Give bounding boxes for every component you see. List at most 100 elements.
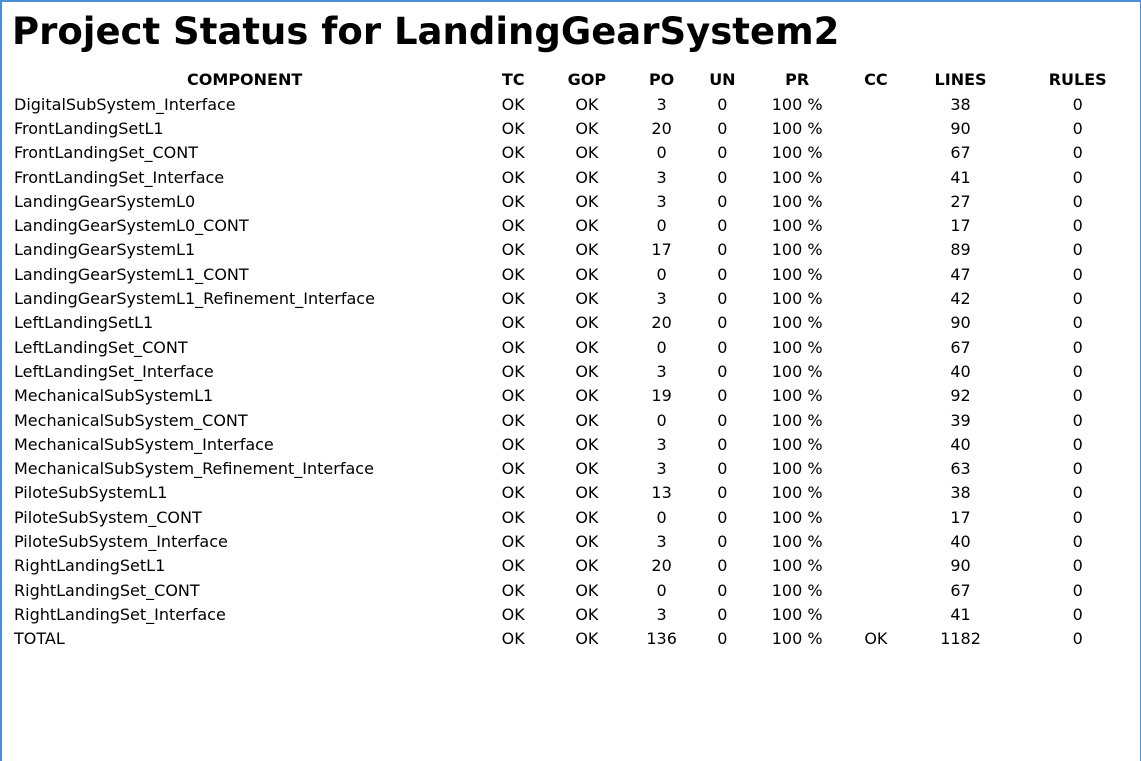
cell-cc bbox=[846, 481, 906, 505]
cell-pr: 100 % bbox=[771, 604, 823, 624]
cell-lines: 38 bbox=[950, 483, 971, 503]
cell-rules: 0 bbox=[1072, 313, 1083, 333]
cell-tc: OK bbox=[501, 264, 525, 284]
cell-component: LeftLandingSet_CONT bbox=[14, 337, 188, 357]
cell-po: 17 bbox=[651, 240, 672, 260]
header-gop: GOP bbox=[567, 69, 607, 89]
cell-gop: OK bbox=[575, 483, 599, 503]
table-row: RightLandingSet_CONT OK OK 0 0 100 % 67 0 bbox=[10, 578, 1140, 602]
header-tc: TC bbox=[501, 69, 525, 89]
cell-cc bbox=[846, 311, 906, 335]
table-row: LeftLandingSet_CONT OK OK 0 0 100 % 67 0 bbox=[10, 335, 1140, 359]
cell-po: 3 bbox=[656, 434, 667, 454]
cell-pr: 100 % bbox=[771, 629, 823, 649]
cell-po: 3 bbox=[656, 191, 667, 211]
table-row: RightLandingSet_Interface OK OK 3 0 100 % 41 0 bbox=[10, 602, 1140, 626]
cell-po: 3 bbox=[656, 604, 667, 624]
cell-po: 0 bbox=[656, 216, 667, 236]
cell-lines: 40 bbox=[950, 531, 971, 551]
cell-cc bbox=[846, 456, 906, 480]
cell-rules: 0 bbox=[1072, 604, 1083, 624]
cell-lines: 41 bbox=[950, 167, 971, 187]
table-row: LeftLandingSetL1 OK OK 20 0 100 % 90 0 bbox=[10, 311, 1140, 335]
table-row: FrontLandingSet_Interface OK OK 3 0 100 % 41 0 bbox=[10, 165, 1140, 189]
cell-component: FrontLandingSet_Interface bbox=[14, 167, 225, 187]
cell-po: 3 bbox=[656, 289, 667, 309]
cell-po: 19 bbox=[651, 386, 672, 406]
cell-gop: OK bbox=[575, 507, 599, 527]
cell-gop: OK bbox=[575, 531, 599, 551]
cell-cc bbox=[846, 335, 906, 359]
cell-gop: OK bbox=[575, 313, 599, 333]
cell-po: 3 bbox=[656, 94, 667, 114]
table-row: PiloteSubSystem_CONT OK OK 0 0 100 % 17 0 bbox=[10, 505, 1140, 529]
cell-gop: OK bbox=[575, 264, 599, 284]
table-row: MechanicalSubSystem_Refinement_Interface… bbox=[10, 456, 1140, 480]
cell-cc bbox=[846, 359, 906, 383]
cell-rules: 0 bbox=[1072, 386, 1083, 406]
cell-tc: OK bbox=[501, 386, 525, 406]
cell-lines: 47 bbox=[950, 264, 971, 284]
cell-un: 0 bbox=[717, 629, 728, 649]
cell-component: FrontLandingSet_CONT bbox=[14, 143, 199, 163]
cell-component: PiloteSubSystemL1 bbox=[14, 483, 168, 503]
cell-tc: OK bbox=[501, 337, 525, 357]
cell-component: PiloteSubSystem_CONT bbox=[14, 507, 202, 527]
status-table: COMPONENT TC GOP PO UN PR CC LINES RULES… bbox=[10, 66, 1140, 651]
cell-cc bbox=[846, 238, 906, 262]
cell-tc: OK bbox=[501, 531, 525, 551]
cell-tc: OK bbox=[501, 361, 525, 381]
cell-cc bbox=[846, 286, 906, 310]
cell-gop: OK bbox=[575, 580, 599, 600]
cell-un: 0 bbox=[717, 337, 728, 357]
table-row: LandingGearSystemL1 OK OK 17 0 100 % 89 0 bbox=[10, 238, 1140, 262]
cell-component: LeftLandingSet_Interface bbox=[14, 361, 214, 381]
cell-rules: 0 bbox=[1072, 264, 1083, 284]
cell-gop: OK bbox=[575, 604, 599, 624]
table-row: LandingGearSystemL1_CONT OK OK 0 0 100 % 47 0 bbox=[10, 262, 1140, 286]
cell-po: 13 bbox=[651, 483, 672, 503]
cell-rules: 0 bbox=[1072, 240, 1083, 260]
cell-un: 0 bbox=[717, 483, 728, 503]
cell-tc: OK bbox=[501, 289, 525, 309]
cell-rules: 0 bbox=[1072, 410, 1083, 430]
cell-component: TOTAL bbox=[14, 629, 65, 649]
cell-gop: OK bbox=[575, 143, 599, 163]
cell-pr: 100 % bbox=[771, 313, 823, 333]
cell-tc: OK bbox=[501, 507, 525, 527]
cell-cc bbox=[846, 384, 906, 408]
cell-lines: 67 bbox=[950, 337, 971, 357]
cell-lines: 67 bbox=[950, 580, 971, 600]
cell-cc bbox=[846, 189, 906, 213]
header-component: COMPONENT bbox=[187, 69, 303, 89]
cell-un: 0 bbox=[717, 361, 728, 381]
cell-po: 0 bbox=[656, 580, 667, 600]
cell-gop: OK bbox=[575, 337, 599, 357]
cell-pr: 100 % bbox=[771, 264, 823, 284]
cell-po: 136 bbox=[646, 629, 677, 649]
cell-rules: 0 bbox=[1072, 143, 1083, 163]
cell-pr: 100 % bbox=[771, 507, 823, 527]
cell-po: 20 bbox=[651, 556, 672, 576]
cell-pr: 100 % bbox=[771, 289, 823, 309]
cell-cc bbox=[846, 141, 906, 165]
table-row: MechanicalSubSystem_CONT OK OK 0 0 100 % 39 0 bbox=[10, 408, 1140, 432]
cell-gop: OK bbox=[575, 434, 599, 454]
cell-un: 0 bbox=[717, 604, 728, 624]
header-lines: LINES bbox=[934, 69, 987, 89]
cell-tc: OK bbox=[501, 629, 525, 649]
cell-cc bbox=[846, 92, 906, 116]
cell-pr: 100 % bbox=[771, 118, 823, 138]
cell-rules: 0 bbox=[1072, 483, 1083, 503]
cell-component: LandingGearSystemL1_Refinement_Interface bbox=[14, 289, 375, 309]
table-row: FrontLandingSet_CONT OK OK 0 0 100 % 67 0 bbox=[10, 141, 1140, 165]
cell-rules: 0 bbox=[1072, 118, 1083, 138]
cell-pr: 100 % bbox=[771, 434, 823, 454]
total-row: TOTAL OK OK 136 0 100 % OK 1182 0 bbox=[10, 627, 1140, 651]
cell-po: 0 bbox=[656, 143, 667, 163]
cell-rules: 0 bbox=[1072, 556, 1083, 576]
cell-rules: 0 bbox=[1072, 216, 1083, 236]
cell-pr: 100 % bbox=[771, 337, 823, 357]
cell-lines: 17 bbox=[950, 507, 971, 527]
table-row: PiloteSubSystemL1 OK OK 13 0 100 % 38 0 bbox=[10, 481, 1140, 505]
